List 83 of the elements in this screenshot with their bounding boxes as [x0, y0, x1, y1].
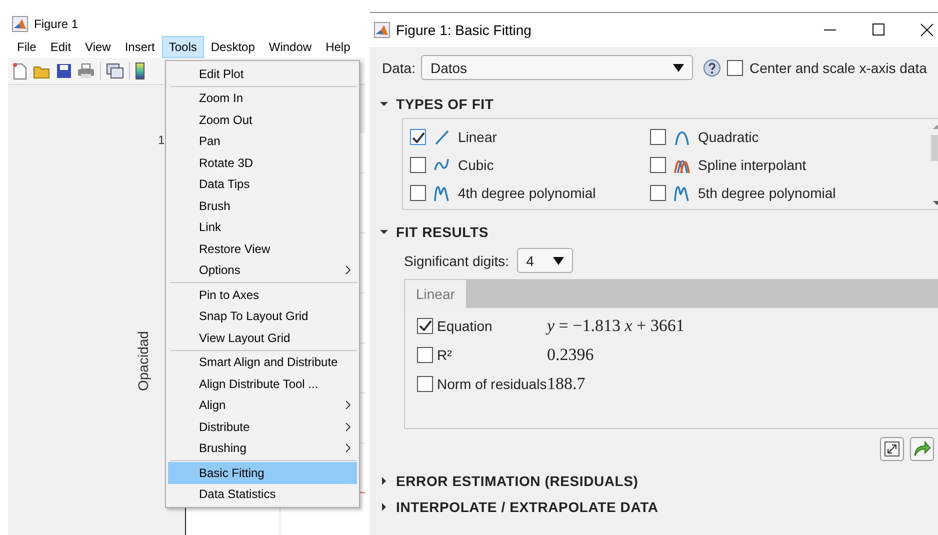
colorbar-icon[interactable] [135, 62, 145, 80]
app-logo-icon [374, 22, 390, 38]
data-dropdown[interactable]: Datos [421, 55, 694, 80]
result-label: R² [437, 346, 452, 362]
y-axis-label: Opacidad [135, 331, 151, 391]
menu-item[interactable]: Help [318, 36, 358, 58]
menu-item[interactable]: View [78, 36, 118, 58]
menu-item[interactable]: Zoom Out [168, 109, 357, 130]
menu-item[interactable]: Align Distribute Tool ... [168, 373, 357, 394]
checkbox[interactable] [650, 185, 666, 201]
checkbox[interactable] [417, 376, 433, 392]
result-value: y = −1.813 x + 3661 [547, 316, 686, 336]
axis-tick-label: 1 [158, 133, 165, 147]
export-button[interactable] [910, 437, 934, 461]
menu-item[interactable]: Restore View [168, 238, 357, 260]
menu-item[interactable]: Tools [162, 36, 204, 58]
menu-item[interactable]: File [10, 36, 44, 58]
menu-item[interactable]: Rotate 3D [168, 152, 357, 174]
app-logo-icon [12, 16, 28, 32]
checkbox[interactable] [417, 346, 433, 362]
caret-icon [673, 64, 684, 72]
menu-item[interactable]: Insert [118, 36, 162, 58]
fit-type-label: 4th degree polynomial [458, 185, 596, 201]
data-label: Data: [382, 60, 416, 76]
linear-curve-icon [433, 128, 451, 146]
printer-icon[interactable] [77, 63, 95, 79]
menu-item[interactable]: Options [168, 260, 357, 281]
significant-digits-label: Significant digits: [404, 252, 510, 268]
results-tab[interactable]: Linear [405, 280, 466, 308]
fit-type-label: Linear [458, 129, 497, 145]
menu-item[interactable]: Edit [43, 36, 78, 58]
menu-item[interactable]: Zoom In [168, 88, 357, 109]
result-value: 188.7 [547, 374, 586, 394]
checkbox[interactable] [650, 157, 666, 173]
help-icon[interactable] [703, 58, 722, 76]
section-heading: FIT RESULTS [396, 224, 488, 240]
menu-item[interactable]: Pin to Axes [168, 284, 357, 306]
menu-item[interactable]: Edit Plot [168, 63, 357, 84]
section-heading: TYPES OF FIT [396, 96, 494, 112]
result-label: Norm of residuals [437, 376, 547, 392]
result-value: 0.2396 [547, 344, 595, 364]
fit-type-label: 5th degree polynomial [698, 185, 836, 201]
new-file-icon[interactable] [12, 62, 28, 80]
save-icon[interactable] [56, 63, 72, 79]
expand-arrow-icon[interactable] [380, 477, 388, 485]
menu-item[interactable]: View Layout Grid [168, 327, 357, 348]
menu-item[interactable]: Data Statistics [168, 484, 357, 505]
menu-item[interactable]: Window [262, 36, 319, 58]
expand-button[interactable] [880, 437, 904, 461]
expand-arrow-icon[interactable] [380, 503, 388, 511]
menu-item[interactable]: Distribute [168, 416, 357, 438]
menu-item[interactable]: Desktop [204, 36, 262, 58]
checkbox[interactable] [410, 129, 426, 145]
fit-type-label: Quadratic [698, 129, 759, 145]
window-title: Figure 1: Basic Fitting [396, 22, 532, 38]
checkbox-label: Center and scale x-axis data [749, 60, 927, 76]
menu-item[interactable]: Brushing [168, 438, 357, 459]
menu-item[interactable]: Snap To Layout Grid [168, 306, 357, 327]
menu-item[interactable]: Data Tips [168, 174, 357, 195]
window-title: Figure 1 [34, 17, 78, 31]
result-label: Equation [437, 318, 492, 334]
menu-item[interactable]: Smart Align and Distribute [168, 352, 357, 373]
fit-type-label: Spline interpolant [698, 157, 806, 173]
collapse-arrow-icon[interactable] [380, 100, 388, 108]
checkbox[interactable] [727, 60, 744, 76]
checkbox[interactable] [410, 157, 426, 173]
caret-icon [553, 256, 564, 264]
collapse-arrow-icon[interactable] [380, 228, 388, 236]
poly-curve-icon [673, 184, 691, 202]
checkbox[interactable] [650, 129, 666, 145]
linked-figure-icon[interactable] [106, 62, 124, 80]
fit-type-label: Cubic [458, 157, 494, 173]
section-heading: INTERPOLATE / EXTRAPOLATE DATA [396, 499, 658, 515]
digits-dropdown[interactable]: 4 [517, 248, 574, 273]
checkbox[interactable] [417, 318, 433, 334]
checkbox[interactable] [410, 185, 426, 201]
poly-curve-icon [433, 184, 451, 202]
menu-item[interactable]: Pan [168, 130, 357, 152]
menu-item[interactable]: Brush [168, 195, 357, 216]
menu-item[interactable]: Link [168, 216, 357, 238]
section-heading: ERROR ESTIMATION (RESIDUALS) [396, 473, 638, 489]
menu-item[interactable]: Basic Fitting [168, 462, 357, 484]
menu-item[interactable]: Align [168, 394, 357, 416]
